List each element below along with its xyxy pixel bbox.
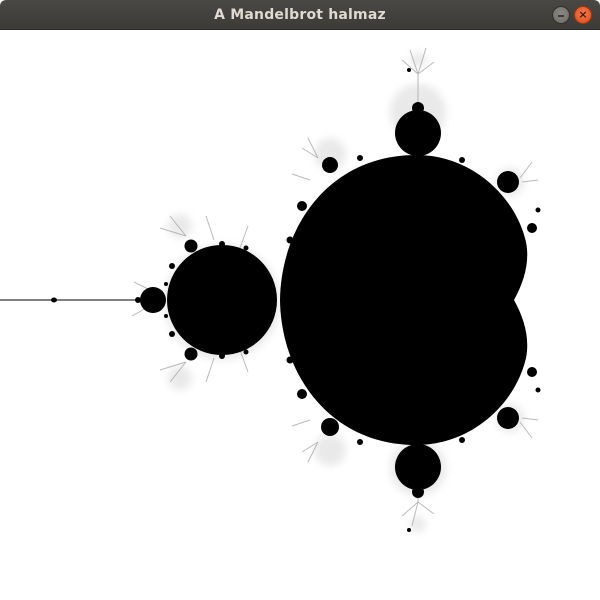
mandelbrot-drawing bbox=[0, 47, 541, 532]
period-2-bulb bbox=[167, 245, 277, 355]
close-icon: × bbox=[578, 8, 588, 21]
app-window: A Mandelbrot halmaz × bbox=[0, 0, 600, 600]
top-bulb bbox=[395, 110, 441, 156]
minimize-icon bbox=[558, 15, 564, 17]
close-button[interactable]: × bbox=[574, 6, 592, 24]
minimize-button[interactable] bbox=[552, 6, 570, 24]
period-4-bulb bbox=[140, 287, 166, 313]
bottom-bulb bbox=[395, 444, 441, 490]
title-bar[interactable]: A Mandelbrot halmaz × bbox=[0, 0, 600, 30]
mandelbrot-canvas[interactable] bbox=[0, 30, 600, 600]
main-cardioid bbox=[280, 154, 528, 446]
window-controls: × bbox=[552, 6, 592, 24]
window-title: A Mandelbrot halmaz bbox=[214, 7, 386, 23]
